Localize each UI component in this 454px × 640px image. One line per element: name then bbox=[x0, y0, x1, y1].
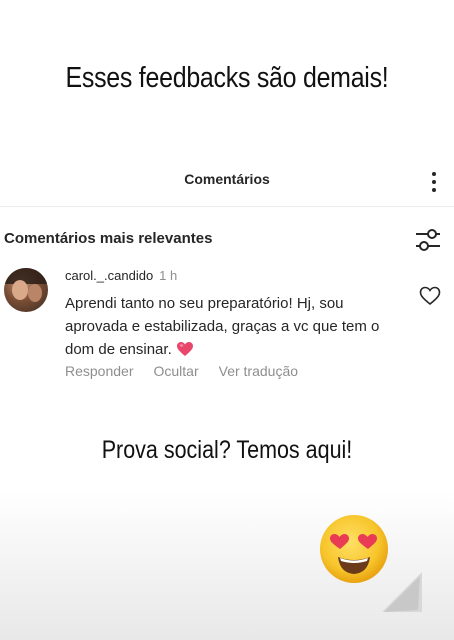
story-headline: Esses feedbacks são demais! bbox=[65, 62, 389, 94]
story-subheadline: Prova social? Temos aqui! bbox=[101, 436, 353, 464]
hide-button[interactable]: Ocultar bbox=[154, 363, 199, 379]
reply-button[interactable]: Responder bbox=[65, 363, 134, 379]
heart-outline-icon[interactable] bbox=[419, 286, 441, 311]
comments-title: Comentários bbox=[184, 171, 270, 187]
more-vertical-icon[interactable] bbox=[426, 171, 442, 193]
most-relevant-title: Comentários mais relevantes bbox=[4, 230, 213, 247]
heart-eyes-emoji bbox=[318, 513, 390, 590]
comment-meta: carol._.candido 1 h bbox=[65, 268, 177, 283]
divider bbox=[0, 206, 454, 207]
comment-text: Aprendi tanto no seu preparatório! Hj, s… bbox=[65, 295, 380, 358]
red-heart-emoji bbox=[176, 341, 194, 364]
page-curl-corner bbox=[382, 572, 422, 617]
see-translation-button[interactable]: Ver tradução bbox=[219, 363, 298, 379]
comment-body: Aprendi tanto no seu preparatório! Hj, s… bbox=[65, 292, 400, 364]
avatar[interactable] bbox=[4, 268, 48, 312]
timestamp: 1 h bbox=[159, 268, 178, 283]
comment-actions: Responder Ocultar Ver tradução bbox=[65, 363, 298, 379]
username[interactable]: carol._.candido bbox=[65, 268, 153, 283]
sliders-filter-icon[interactable] bbox=[414, 227, 442, 258]
